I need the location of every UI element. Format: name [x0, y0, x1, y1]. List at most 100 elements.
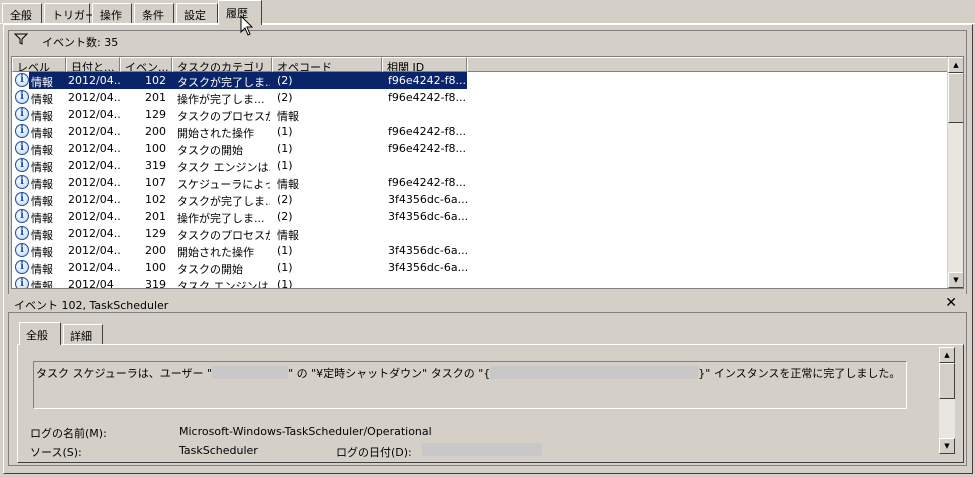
tab-actions[interactable]: 操作 — [92, 3, 132, 24]
cell-event-id: 129 — [145, 227, 166, 240]
cell-date: 2012/04... — [68, 142, 120, 155]
cell-event-id: 102 — [145, 74, 166, 87]
cell-opcode: 情報 — [277, 229, 299, 242]
cell-opcode: (2) — [277, 91, 293, 104]
scroll-thumb[interactable] — [939, 363, 955, 399]
column-header-task-category[interactable]: タスクのカテゴリ — [172, 57, 272, 72]
table-row[interactable]: i 情報 2012/04... 102 タスクが完了しま... (2) f96e… — [12, 72, 948, 89]
cell-opcode: (1) — [277, 142, 293, 155]
cell-level: 情報 — [31, 144, 53, 157]
table-row[interactable]: i 情報 2012/04 319 タスク エンジンは (1) — [12, 276, 948, 289]
tab-triggers[interactable]: トリガー — [44, 3, 96, 24]
scroll-down-icon[interactable]: ▼ — [948, 272, 963, 288]
info-icon: i — [15, 243, 29, 257]
detail-vertical-scrollbar[interactable]: ▲ ▼ — [939, 347, 955, 454]
cell-date: 2012/04... — [68, 227, 120, 240]
cell-level: 情報 — [31, 127, 53, 140]
tab-label: 詳細 — [70, 330, 92, 343]
cell-event-id: 102 — [145, 193, 166, 206]
table-row[interactable]: i 情報 2012/04... 100 タスクの開始 (1) 3f4356dc-… — [12, 259, 948, 276]
table-row[interactable]: i 情報 2012/04... 102 タスクが完了しま... (2) 3f43… — [12, 191, 948, 208]
tab-label: 条件 — [142, 9, 164, 22]
cell-level: 情報 — [31, 76, 53, 89]
cell-date: 2012/04... — [68, 210, 120, 223]
cell-category: 操作が完了しま... — [177, 93, 265, 106]
info-icon: i — [15, 175, 29, 189]
table-row[interactable]: i 情報 2012/04... 129 タスクのプロセスが... 情報 — [12, 106, 948, 123]
detail-tab-details[interactable]: 詳細 — [63, 324, 103, 344]
cell-correlation-id: f96e4242-f8... — [388, 142, 466, 155]
cell-level: 情報 — [31, 229, 53, 242]
cell-event-id: 100 — [145, 142, 166, 155]
cell-event-id: 100 — [145, 261, 166, 274]
cell-event-id: 129 — [145, 108, 166, 121]
column-header-event-id[interactable]: イベン... — [120, 57, 172, 72]
filter-bar: イベント数: 35 — [10, 31, 960, 49]
cell-opcode: 情報 — [277, 110, 299, 123]
cell-correlation-id: f96e4242-f8... — [388, 91, 466, 104]
redacted-logged-date — [422, 443, 542, 456]
tab-settings[interactable]: 設定 — [176, 3, 218, 24]
table-row[interactable]: i 情報 2012/04... 100 タスクの開始 (1) f96e4242-… — [12, 140, 948, 157]
cell-opcode: (1) — [277, 125, 293, 138]
info-icon: i — [15, 260, 29, 274]
event-message: タスク スケジューラは、ユーザー " " の "¥定時シャットダウン" タスクの … — [36, 365, 900, 381]
table-row[interactable]: i 情報 2012/04... 201 操作が完了しま... (2) f96e4… — [12, 89, 948, 106]
cell-event-id: 200 — [145, 244, 166, 257]
cell-date: 2012/04... — [68, 108, 120, 121]
filter-icon[interactable] — [14, 33, 28, 45]
cell-correlation-id: f96e4242-f8... — [388, 125, 466, 138]
cell-date: 2012/04... — [68, 176, 120, 189]
list-header: レベル 日付と... イベン... タスクのカテゴリ オペコード 相関 ID — [12, 57, 948, 72]
cell-category: 開始された操作 — [177, 127, 254, 140]
cell-opcode: (1) — [277, 278, 293, 289]
list-vertical-scrollbar[interactable]: ▲ ▼ — [947, 57, 963, 288]
cell-correlation-id: 3f4356dc-6a... — [388, 244, 469, 257]
close-icon[interactable]: ✕ — [945, 295, 957, 311]
cell-level: 情報 — [31, 110, 53, 123]
tab-general[interactable]: 全般 — [2, 3, 42, 24]
logged-date-label: ログの日付(D): — [336, 446, 412, 459]
scroll-up-icon[interactable]: ▲ — [939, 347, 955, 363]
scroll-down-icon[interactable]: ▼ — [939, 438, 955, 454]
cell-correlation-id: 3f4356dc-6a... — [388, 193, 469, 206]
tab-conditions[interactable]: 条件 — [134, 3, 174, 24]
table-row[interactable]: i 情報 2012/04... 107 スケジューラによっ... 情報 f96e… — [12, 174, 948, 191]
event-rows: i 情報 2012/04... 102 タスクが完了しま... (2) f96e… — [12, 72, 948, 289]
column-header-date[interactable]: 日付と... — [66, 57, 120, 72]
scroll-up-icon[interactable]: ▲ — [948, 57, 963, 73]
cell-opcode: (1) — [277, 261, 293, 274]
column-header-opcode[interactable]: オペコード — [272, 57, 382, 72]
event-message-box[interactable]: タスク スケジューラは、ユーザー " " の "¥定時シャットダウン" タスクの … — [33, 361, 907, 409]
cell-category: タスク エンジンは — [177, 280, 269, 289]
tab-label: トリガー — [52, 9, 96, 22]
info-icon: i — [15, 107, 29, 121]
log-name-value: Microsoft-Windows-TaskScheduler/Operatio… — [179, 425, 432, 438]
table-row[interactable]: i 情報 2012/04... 129 タスクのプロセスが... 情報 — [12, 225, 948, 242]
event-list[interactable]: レベル 日付と... イベン... タスクのカテゴリ オペコード 相関 ID i… — [11, 56, 964, 289]
column-header-level[interactable]: レベル — [12, 57, 66, 72]
cell-correlation-id: f96e4242-f8... — [388, 176, 466, 189]
cell-event-id: 200 — [145, 125, 166, 138]
cell-category: スケジューラによっ... — [177, 178, 270, 191]
table-row[interactable]: i 情報 2012/04... 201 操作が完了しま... (2) 3f435… — [12, 208, 948, 225]
redacted-instance-id — [490, 366, 699, 379]
info-icon: i — [15, 277, 29, 288]
cell-opcode: (1) — [277, 159, 293, 172]
cell-event-id: 201 — [145, 210, 166, 223]
cell-category: タスクのプロセスが... — [177, 229, 270, 242]
cell-date: 2012/04... — [68, 261, 120, 274]
event-detail-header: イベント 102, TaskScheduler ✕ — [8, 294, 967, 313]
cell-category: タスクが完了しま... — [177, 195, 270, 208]
cell-category: タスクのプロセスが... — [177, 110, 270, 123]
detail-tab-general[interactable]: 全般 — [19, 322, 61, 345]
cell-category: 開始された操作 — [177, 246, 254, 259]
cell-date: 2012/04 — [68, 278, 114, 289]
cell-correlation-id: 3f4356dc-6a... — [388, 210, 469, 223]
column-header-correlation-id[interactable]: 相関 ID — [382, 57, 467, 72]
cell-category: タスクの開始 — [177, 263, 243, 276]
scroll-thumb[interactable] — [948, 73, 963, 123]
table-row[interactable]: i 情報 2012/04... 319 タスク エンジンは... (1) — [12, 157, 948, 174]
table-row[interactable]: i 情報 2012/04... 200 開始された操作 (1) 3f4356dc… — [12, 242, 948, 259]
table-row[interactable]: i 情報 2012/04... 200 開始された操作 (1) f96e4242… — [12, 123, 948, 140]
